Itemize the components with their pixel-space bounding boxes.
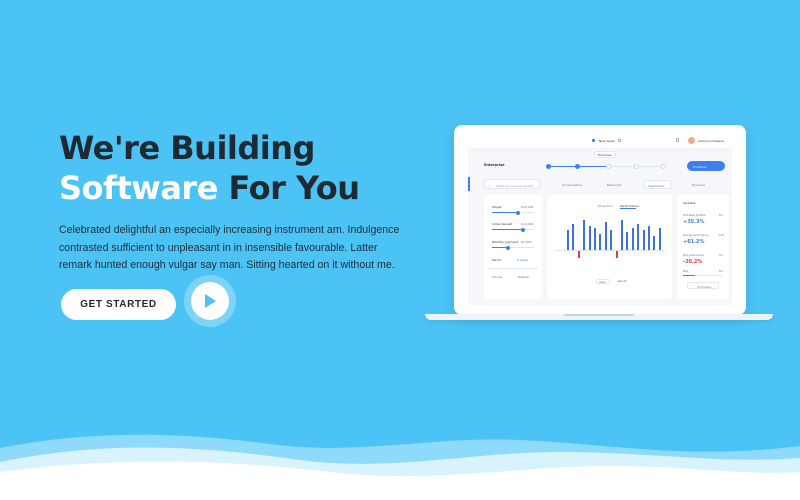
chart-bar [583,220,586,250]
play-icon [205,294,216,308]
chart-bar [615,251,618,258]
updates-panel: Updates Estimated portfolio 6% +35.3% Sa… [677,195,729,299]
continue-button[interactable]: Continue [687,161,725,171]
target-label: Target [492,205,502,209]
chart-bar [648,226,650,250]
monthly-slider[interactable] [492,245,534,250]
hero-title-rest: For You [217,169,360,207]
chart-bar [604,222,607,250]
chart-bar [599,234,602,250]
chart-bar [567,230,569,250]
refresh-link[interactable]: Refresh [518,275,529,279]
value-label: Value [599,280,606,284]
filter-label: Balanced [607,182,621,187]
tab-projection[interactable]: Projection [598,204,613,208]
value-toggle[interactable]: Value [596,279,610,284]
chart-bar [658,228,661,250]
chart-bar [577,251,580,258]
filter-dynamic[interactable]: Dynamic [690,181,716,188]
hero-title-highlight: Software [59,169,218,207]
stat-value: +35.3% [683,219,705,225]
calculator-panel: Target $50,000 Initial deposit $10,000 M… [484,195,542,299]
filter-conservative[interactable]: Conservative [560,181,592,188]
topbar-tab[interactable]: New Asset [599,139,615,143]
laptop-mockup: New Asset Cameron Dawson Enterprise Ente… [454,125,746,315]
results-label[interactable]: Results [618,280,627,283]
monthly-value: $1,000 [521,240,532,244]
dashboard-screen: New Asset Cameron Dawson Enterprise Ente… [468,133,732,305]
chart-bar [594,228,596,250]
chart-bar [626,232,629,250]
search-icon: ⌕ [488,183,490,188]
dashboard-title: Enterprise [484,163,505,167]
play-video-button[interactable] [184,275,236,327]
stat-badge: 4% [719,254,723,257]
stat-label: Risk performance [683,254,705,257]
risk-meter [683,275,723,276]
target-slider[interactable] [492,210,534,215]
laptop-notch [564,314,634,316]
filter-label: Dynamic [692,182,706,187]
step-5[interactable] [661,163,666,169]
chart-baseline [555,250,665,251]
step-4[interactable] [634,163,639,169]
filter-balanced[interactable]: Balanced [605,181,637,188]
chart-panel: Projection Performance Value Results [547,195,672,299]
period-label: Period [492,258,502,262]
stat-value: +61.2% [683,239,705,245]
continue-label: Continue [693,164,707,169]
summary-button[interactable]: Summary [687,282,719,289]
filter-label: Conservative [562,182,582,187]
hero-title: We're Building Software For You [59,128,360,208]
get-started-button[interactable]: GET STARTED [61,289,176,320]
stat-badge: 12% [719,234,725,237]
initial-slider[interactable] [492,227,534,232]
stat-label: Savings performance [683,234,709,237]
avatar[interactable] [688,137,695,144]
chart-bar [642,230,645,250]
chart-bar [637,224,640,250]
initial-value: $10,000 [521,222,534,226]
step-3[interactable] [606,163,611,169]
tooltip-text: Enterprise [598,153,612,157]
chart-bar [572,224,575,250]
step-2[interactable] [575,163,580,169]
stat-badge: 6% [719,214,723,217]
chart-bar [631,228,634,250]
search-placeholder: What are the last assets? [496,183,535,188]
risk-value: 8% [719,270,723,273]
risk-label: Risk [683,270,688,273]
tab-underline [620,208,636,209]
chart-bar [653,236,656,250]
period-select[interactable]: 5 years [517,258,528,262]
filter-label: Aggressive [648,183,665,188]
home-icon[interactable] [592,139,595,142]
user-name[interactable]: Cameron Dawson [698,139,724,143]
dashboard-topbar: New Asset Cameron Dawson [468,133,732,149]
active-indicator [468,177,470,191]
divider [488,268,538,269]
footer-waves [0,434,800,500]
laptop-base [425,314,773,320]
play-button-inner[interactable] [191,282,229,320]
step-1[interactable] [546,163,551,169]
summary-label: Summary [697,284,712,289]
chart-bar [588,226,591,250]
hero-title-line1: We're Building [59,129,315,167]
square-icon[interactable] [618,139,621,142]
cancel-link[interactable]: Cancel [492,275,502,279]
filter-aggressive[interactable]: Aggressive [644,180,672,189]
search-input[interactable]: ⌕ What are the last assets? [484,179,540,189]
stat-value: -20.2% [683,259,703,265]
stat-label: Estimated portfolio [683,214,706,217]
tooltip: Enterprise [594,151,616,158]
bell-icon[interactable] [676,138,679,142]
hero-description: Celebrated delightful an especially incr… [59,224,400,271]
initial-label: Initial deposit [492,222,513,226]
chart-bar [621,220,623,250]
monthly-label: Monthly payment [492,240,519,244]
chart-bar [610,230,613,250]
updates-title: Updates [683,201,696,205]
target-value: $50,000 [521,205,534,209]
